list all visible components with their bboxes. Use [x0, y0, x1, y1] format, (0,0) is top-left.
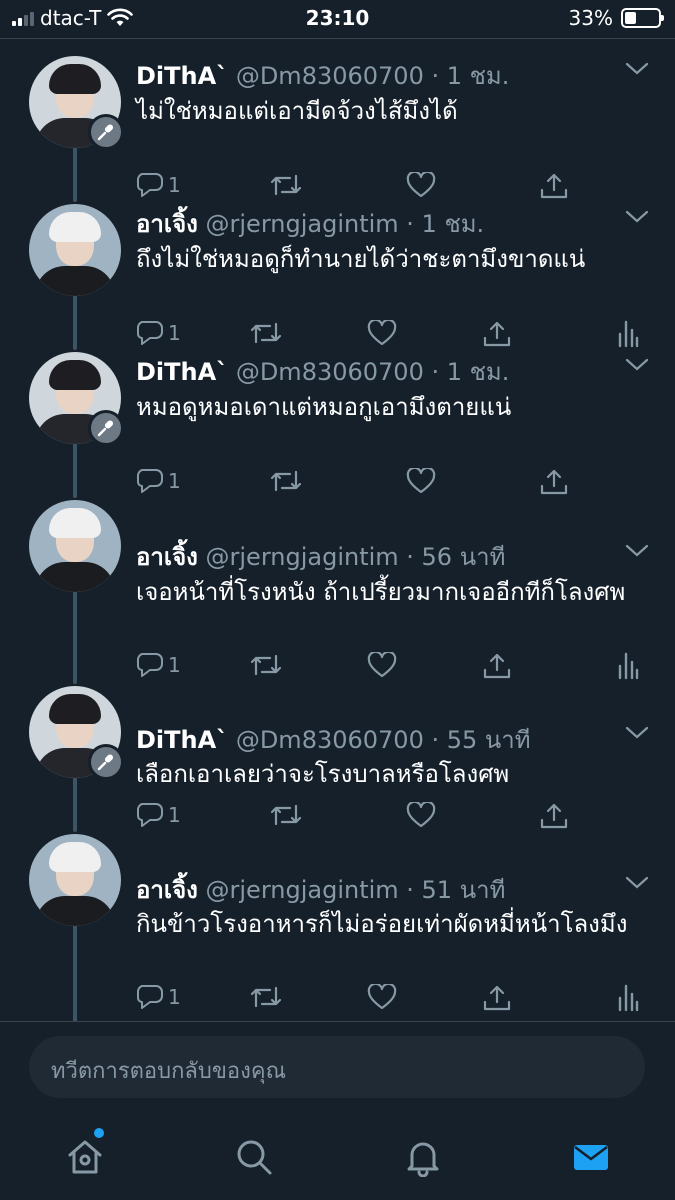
composer-divider: [0, 1021, 675, 1022]
tweet-header: อาเจิ้ง @rjerngjagintim · 56 นาที: [136, 537, 505, 576]
reply-button[interactable]: 1: [136, 984, 181, 1010]
status-right: 33%: [568, 6, 664, 30]
display-name[interactable]: DiThA`: [136, 62, 228, 90]
tab-bar: [0, 1110, 675, 1200]
display-name[interactable]: อาเจิ้ง: [136, 543, 198, 571]
reply-thread[interactable]: DiThA` @Dm83060700 · 1 ชม. ไม่ใช่หมอแต่เ…: [0, 38, 675, 1021]
display-name[interactable]: DiThA`: [136, 726, 228, 754]
reply-input[interactable]: ทวีตการตอบกลับของคุณ: [29, 1036, 645, 1098]
chevron-down-icon[interactable]: [625, 210, 649, 224]
tweet-text: ถึงไม่ใช่หมอดูก็ทำนายได้ว่าชะตามึงขาดแน่: [136, 245, 586, 273]
avatar[interactable]: [29, 834, 121, 926]
retweet-icon: [250, 986, 282, 1008]
avatar[interactable]: [29, 500, 121, 592]
thread-connector-line: [73, 306, 77, 350]
share-button[interactable]: [482, 984, 512, 1012]
retweet-button[interactable]: [250, 984, 282, 1010]
tweet-header: อาเจิ้ง @rjerngjagintim · 1 ชม.: [136, 204, 484, 243]
handle-time: @rjerngjagintim · 51 นาที: [205, 876, 506, 904]
tab-home[interactable]: [60, 1132, 110, 1182]
chevron-down-icon[interactable]: [625, 876, 649, 890]
tweet-text: หมอดูหมอเดาแต่หมอกูเอามึงตายแน่: [136, 393, 512, 421]
tweet[interactable]: อาเจิ้ง @rjerngjagintim · 51 นาที กินข้า…: [0, 788, 675, 1021]
tweet[interactable]: DiThA` @Dm83060700 · 1 ชม. หมอดูหมอเดาแต…: [0, 306, 675, 495]
tweet-header: DiThA` @Dm83060700 · 1 ชม.: [136, 352, 509, 391]
handle-time: @rjerngjagintim · 1 ชม.: [205, 210, 485, 238]
chevron-down-icon[interactable]: [625, 544, 649, 558]
display-name[interactable]: อาเจิ้ง: [136, 210, 198, 238]
tweet[interactable]: อาเจิ้ง @rjerngjagintim · 1 ชม. ถึงไม่ใช…: [0, 158, 675, 348]
tweet-header: DiThA` @Dm83060700 · 1 ชม.: [136, 56, 509, 95]
tweet[interactable]: DiThA` @Dm83060700 · 55 นาที เลือกเอาเลย…: [0, 640, 675, 829]
chevron-down-icon[interactable]: [625, 62, 649, 76]
reply-icon: [137, 985, 163, 1009]
tweet-text: เลือกเอาเลยว่าจะโรงบาลหรือโลงศพ: [136, 760, 510, 788]
heart-icon: [367, 984, 397, 1010]
chevron-down-icon[interactable]: [625, 726, 649, 740]
mail-icon: [574, 1145, 608, 1170]
bell-icon: [407, 1142, 439, 1177]
tweet-header: DiThA` @Dm83060700 · 55 นาที: [136, 720, 531, 759]
avatar[interactable]: [29, 204, 121, 296]
analytics-button[interactable]: [617, 984, 639, 1012]
tab-notifications[interactable]: [398, 1132, 448, 1182]
tweet-actions: 1: [136, 984, 656, 1018]
mic-badge-icon: [88, 114, 124, 150]
home-notification-dot: [94, 1128, 104, 1138]
mic-badge-icon: [88, 744, 124, 780]
tab-messages[interactable]: [566, 1132, 616, 1182]
mic-badge-icon: [88, 410, 124, 446]
handle-time: @Dm83060700 · 55 นาที: [235, 726, 531, 754]
chevron-down-icon[interactable]: [625, 358, 649, 372]
tweet-text: เจอหน้าที่โรงหนัง ถ้าเปรี้ยวมากเจออีกทีก…: [136, 578, 626, 606]
battery-fill: [625, 12, 636, 24]
handle-time: @Dm83060700 · 1 ชม.: [235, 62, 510, 90]
handle-time: @rjerngjagintim · 56 นาที: [205, 543, 506, 571]
home-icon: [68, 1140, 102, 1174]
tweet[interactable]: DiThA` @Dm83060700 · 1 ชม. ไม่ใช่หมอแต่เ…: [0, 38, 675, 199]
tweet[interactable]: อาเจิ้ง @rjerngjagintim · 56 นาที เจอหน้…: [0, 454, 675, 680]
tweet-text: กินข้าวโรงอาหารก็ไม่อร่อยเท่าผัดหมี่หน้า…: [136, 910, 628, 938]
share-icon: [483, 985, 511, 1011]
display-name[interactable]: DiThA`: [136, 358, 228, 386]
tab-search[interactable]: [229, 1132, 279, 1182]
thread-connector-line: [73, 788, 77, 832]
thread-connector-line: [73, 158, 77, 202]
search-icon: [237, 1140, 272, 1175]
like-button[interactable]: [367, 984, 397, 1010]
thread-connector-line: [73, 640, 77, 684]
reply-count: 1: [168, 985, 181, 1009]
battery-icon: [621, 8, 664, 28]
reply-placeholder: ทวีตการตอบกลับของคุณ: [51, 1059, 286, 1084]
analytics-icon: [618, 984, 639, 1012]
battery-percent: 33%: [568, 6, 613, 30]
tweet-text: ไม่ใช่หมอแต่เอามีดจ้วงไส้มึงได้: [136, 97, 458, 125]
thread-connector-line: [73, 924, 77, 1021]
handle-time: @Dm83060700 · 1 ชม.: [235, 358, 510, 386]
display-name[interactable]: อาเจิ้ง: [136, 876, 198, 904]
thread-connector-line: [73, 454, 77, 498]
tweet-header: อาเจิ้ง @rjerngjagintim · 51 นาที: [136, 870, 505, 909]
status-bar: dtac-T 23:10 33%: [0, 0, 675, 38]
